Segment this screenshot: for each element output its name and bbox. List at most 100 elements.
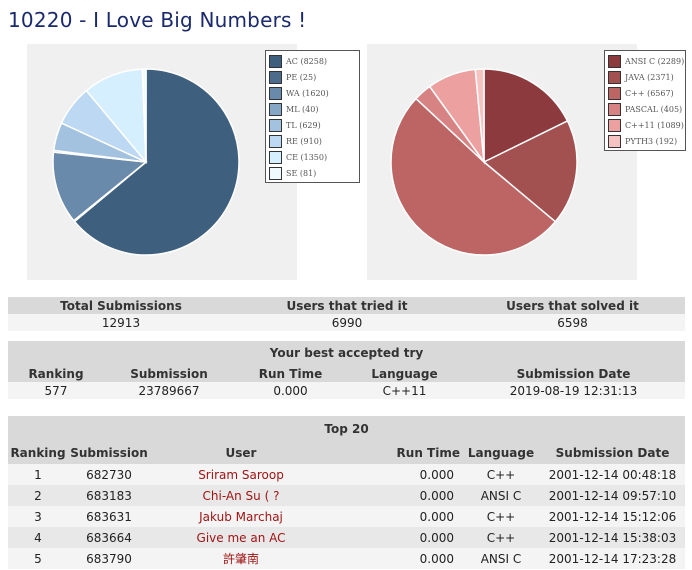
language-legend-swatch (608, 102, 621, 116)
row-language: C++ (462, 527, 540, 548)
verdict-legend-item: WA (1620) (269, 85, 355, 101)
row-ranking: 5 (8, 548, 68, 569)
table-row: 1 682730 Sriram Saroop 0.000 C++ 2001-12… (8, 464, 686, 485)
row-ranking: 2 (8, 485, 68, 506)
row-submission[interactable]: 683631 (68, 506, 150, 527)
top20-header-submission: Submission (68, 441, 150, 464)
top20-header-runtime: Run Time (332, 441, 462, 464)
language-legend-swatch (608, 118, 621, 132)
row-submission[interactable]: 683183 (68, 485, 150, 506)
row-runtime: 0.000 (332, 485, 462, 506)
row-language: ANSI C (462, 548, 540, 569)
verdict-legend-item: RE (910) (269, 133, 355, 149)
best-submission[interactable]: 23789667 (104, 382, 234, 399)
stats-header-total: Total Submissions (8, 297, 234, 314)
best-header-language: Language (347, 365, 462, 382)
stats-total-value: 12913 (8, 314, 234, 331)
row-user-link[interactable]: Chi-An Su ( ? (150, 485, 332, 506)
best-try-table: Your best accepted try Ranking Submissio… (8, 341, 686, 399)
top20-caption: Top 20 (8, 416, 686, 441)
best-date: 2019-08-19 12:31:13 (462, 382, 686, 399)
row-date: 2001-12-14 15:38:03 (540, 527, 686, 548)
stats-tried-value: 6990 (234, 314, 460, 331)
row-runtime: 0.000 (332, 506, 462, 527)
verdict-legend-item: PE (25) (269, 69, 355, 85)
verdict-legend-label: RE (910) (286, 136, 322, 146)
row-ranking: 1 (8, 464, 68, 485)
language-legend-label: PYTH3 (192) (625, 136, 678, 146)
language-legend-label: C++ (6567) (625, 88, 674, 98)
row-user-link[interactable]: 許肇南 (150, 548, 332, 569)
stats-header-solved: Users that solved it (460, 297, 685, 314)
stats-header-tried: Users that tried it (234, 297, 460, 314)
row-date: 2001-12-14 09:57:10 (540, 485, 686, 506)
verdict-legend-swatch (269, 166, 282, 180)
table-row: 2 683183 Chi-An Su ( ? 0.000 ANSI C 2001… (8, 485, 686, 506)
top20-header-language: Language (462, 441, 540, 464)
verdict-legend-item: SE (81) (269, 165, 355, 181)
row-language: ANSI C (462, 485, 540, 506)
top20-table: Top 20 Ranking Submission User Run Time … (8, 416, 686, 569)
language-legend-item: ANSI C (2289) (608, 53, 685, 69)
verdict-legend-swatch (269, 118, 282, 132)
row-user-link[interactable]: Jakub Marchaj (150, 506, 332, 527)
row-user-link[interactable]: Sriram Saroop (150, 464, 332, 485)
best-header-date: Submission Date (462, 365, 686, 382)
table-row: 4 683664 Give me an AC 0.000 C++ 2001-12… (8, 527, 686, 548)
verdict-pie-svg (52, 68, 240, 256)
verdict-legend-item: AC (8258) (269, 53, 355, 69)
verdict-legend-swatch (269, 102, 282, 116)
stats-table: Total Submissions Users that tried it Us… (8, 297, 685, 331)
verdict-legend-label: TL (629) (286, 120, 321, 130)
language-legend-item: PASCAL (405) (608, 101, 683, 117)
row-runtime: 0.000 (332, 548, 462, 569)
verdict-pie-chart: AC (8258) PE (25) WA (1620) ML (40) TL (629)… (27, 44, 360, 280)
best-language: C++11 (347, 382, 462, 399)
language-legend: ANSI C (2289) JAVA (2371) C++ (6567) PASCAL… (604, 50, 686, 151)
best-header-runtime: Run Time (234, 365, 347, 382)
row-date: 2001-12-14 15:12:06 (540, 506, 686, 527)
language-legend-item: C++11 (1089) (608, 117, 684, 133)
row-submission[interactable]: 683664 (68, 527, 150, 548)
language-legend-swatch (608, 86, 621, 100)
page-title: 10220 - I Love Big Numbers ! (8, 8, 307, 32)
row-user-link[interactable]: Give me an AC (150, 527, 332, 548)
row-runtime: 0.000 (332, 464, 462, 485)
verdict-legend-swatch (269, 86, 282, 100)
language-legend-item: PYTH3 (192) (608, 133, 681, 149)
top20-header-ranking: Ranking (8, 441, 68, 464)
row-submission[interactable]: 682730 (68, 464, 150, 485)
best-header-submission: Submission (104, 365, 234, 382)
verdict-legend-label: CE (1350) (286, 152, 328, 162)
verdict-legend-label: WA (1620) (286, 88, 329, 98)
language-legend-label: PASCAL (405) (625, 104, 683, 114)
best-runtime: 0.000 (234, 382, 347, 399)
best-try-caption: Your best accepted try (8, 341, 686, 365)
best-ranking: 577 (8, 382, 104, 399)
table-row: 5 683790 許肇南 0.000 ANSI C 2001-12-14 17:… (8, 548, 686, 569)
stats-solved-value: 6598 (460, 314, 685, 331)
row-date: 2001-12-14 00:48:18 (540, 464, 686, 485)
language-legend-item: C++ (6567) (608, 85, 681, 101)
best-header-ranking: Ranking (8, 365, 104, 382)
verdict-legend-label: ML (40) (286, 104, 319, 114)
row-date: 2001-12-14 17:23:28 (540, 548, 686, 569)
verdict-legend: AC (8258) PE (25) WA (1620) ML (40) TL (629)… (265, 50, 360, 183)
verdict-legend-swatch (269, 70, 282, 84)
verdict-legend-item: ML (40) (269, 101, 355, 117)
verdict-legend-label: PE (25) (286, 72, 317, 82)
row-language: C++ (462, 464, 540, 485)
row-ranking: 3 (8, 506, 68, 527)
language-legend-label: ANSI C (2289) (625, 56, 685, 66)
top20-header-date: Submission Date (540, 441, 686, 464)
verdict-legend-label: AC (8258) (286, 56, 328, 66)
language-pie-svg (390, 68, 578, 256)
verdict-legend-swatch (269, 134, 282, 148)
row-ranking: 4 (8, 527, 68, 548)
verdict-legend-swatch (269, 54, 282, 68)
verdict-legend-swatch (269, 150, 282, 164)
verdict-legend-item: CE (1350) (269, 149, 355, 165)
language-legend-swatch (608, 70, 621, 84)
row-submission[interactable]: 683790 (68, 548, 150, 569)
language-legend-item: JAVA (2371) (608, 69, 681, 85)
